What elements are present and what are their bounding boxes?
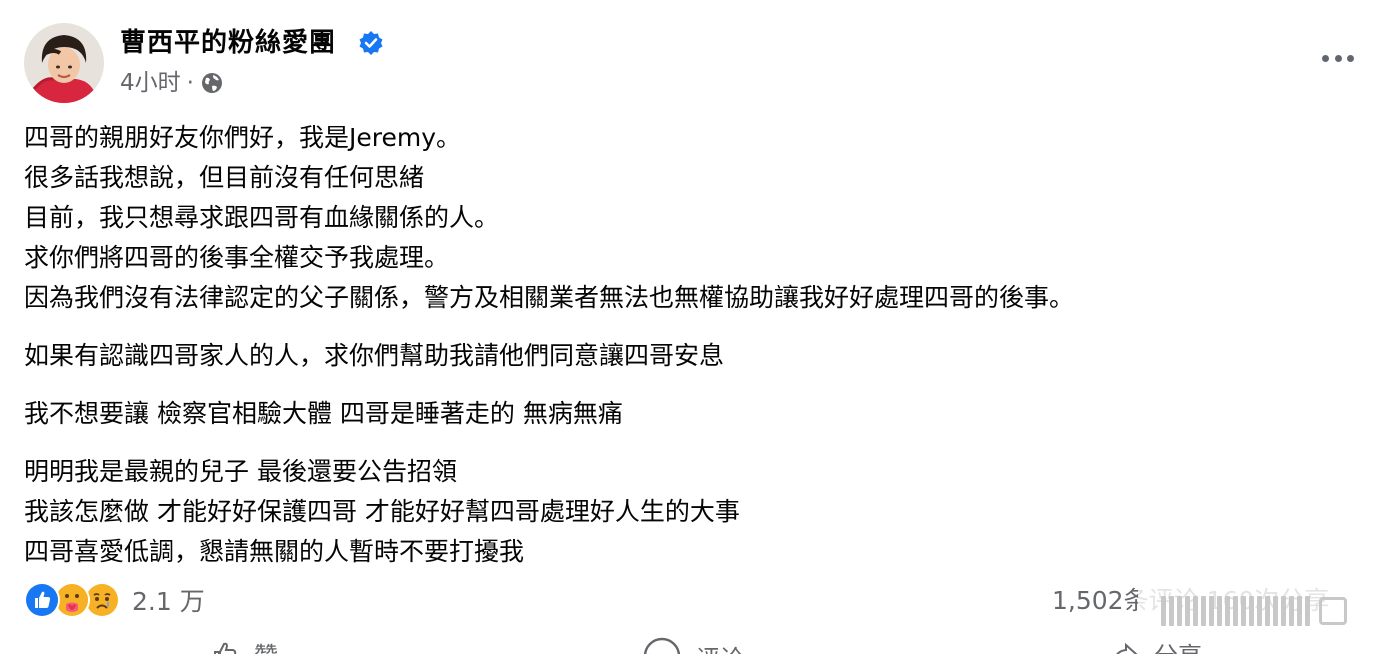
comment-label: 评论 (696, 639, 744, 654)
author-name[interactable]: 曹西平的粉絲愛團 (120, 26, 336, 60)
post-meta: 4小时 · (120, 68, 224, 98)
facebook-post: 曹西平的粉絲愛團 4小时 · 四哥的親朋好友你們好，我是Jeremy。 很多話我… (0, 0, 1388, 654)
post-line: 我該怎麼做 才能好好保護四哥 才能好好幫四哥處理好人生的大事 (24, 497, 740, 526)
meta-separator: · (186, 70, 194, 96)
post-line: 目前，我只想尋求跟四哥有血緣關係的人。 (24, 203, 500, 232)
post-line: 四哥喜愛低調，懇請無關的人暫時不要打擾我 (24, 537, 525, 566)
author-avatar[interactable] (24, 23, 104, 103)
share-arrow-icon (1115, 642, 1138, 654)
like-icon (24, 582, 60, 618)
more-options-icon[interactable] (1318, 46, 1358, 70)
comment-bubble-icon (643, 637, 681, 654)
comment-button[interactable]: 评论 (642, 636, 744, 654)
reaction-summary[interactable]: 2.1 万 (24, 580, 205, 620)
post-line: 我不想要讓 檢察官相驗大體 四哥是睡著走的 無病無痛 (24, 399, 623, 428)
share-button[interactable]: 分享 (1110, 636, 1202, 654)
post-line: 因為我們沒有法律認定的父子關係，警方及相關業者無法也無權協助讓我好好處理四哥的後… (24, 283, 1075, 312)
like-label: 赞 (254, 636, 278, 654)
like-button[interactable]: 赞 (210, 636, 278, 654)
reaction-count: 2.1 万 (132, 587, 205, 616)
verified-badge-icon (358, 30, 384, 56)
post-line: 如果有認識四哥家人的人，求你們幫助我請他們同意讓四哥安息 (24, 341, 725, 370)
post-line: 四哥的親朋好友你們好，我是Jeremy。 (24, 123, 462, 152)
watermark-logo (1138, 583, 1370, 639)
post-line: 很多話我想說，但目前沒有任何思緒 (24, 163, 425, 192)
post-line: 明明我是最親的兒子 最後還要公告招領 (24, 457, 457, 486)
globe-icon[interactable] (200, 71, 224, 95)
post-timestamp[interactable]: 4小时 (120, 68, 181, 98)
post-line: 求你們將四哥的後事全權交予我處理。 (24, 243, 450, 272)
thumbs-up-icon (214, 642, 237, 654)
post-body: 四哥的親朋好友你們好，我是Jeremy。 很多話我想說，但目前沒有任何思緒 目前… (24, 118, 1354, 572)
post-action-bar: 赞 评论 分享 (0, 636, 1388, 654)
share-label: 分享 (1154, 636, 1202, 654)
